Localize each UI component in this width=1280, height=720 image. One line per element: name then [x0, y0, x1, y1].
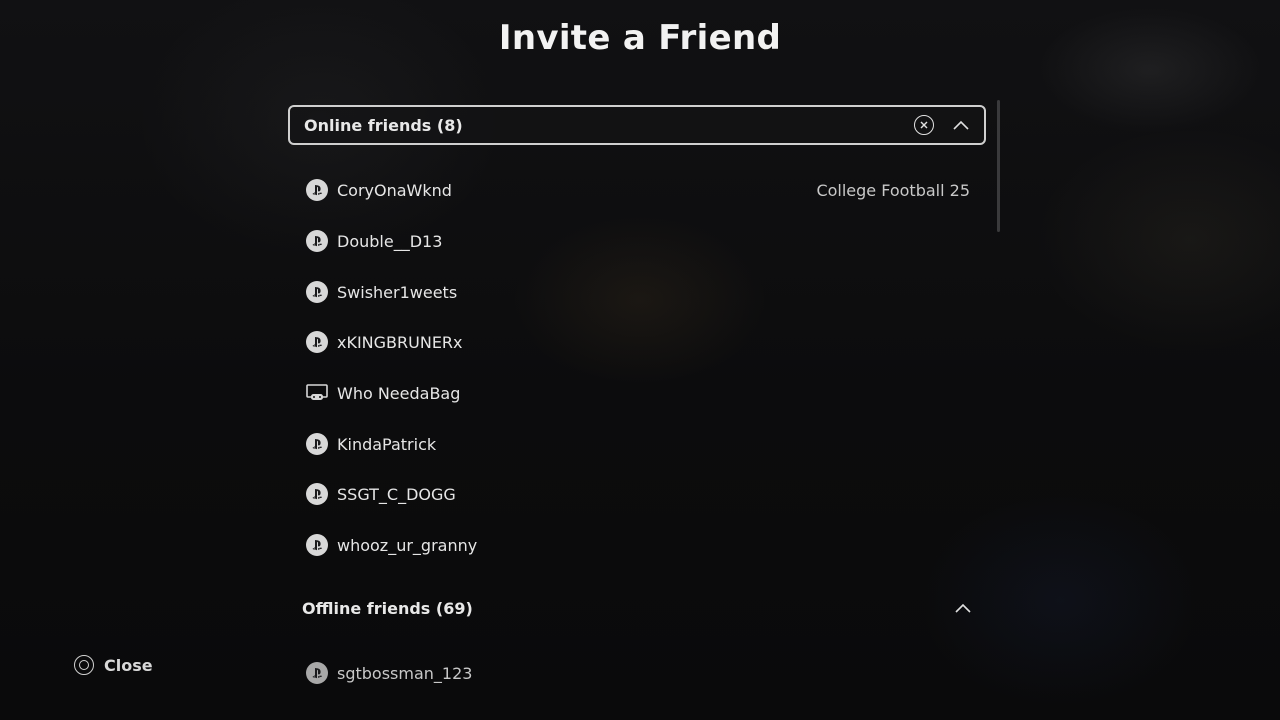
playstation-icon — [306, 433, 328, 455]
close-button[interactable]: Close — [74, 655, 153, 675]
friend-row[interactable]: Who NeedaBag — [306, 377, 970, 409]
playstation-icon — [306, 331, 328, 353]
pc-icon — [306, 382, 328, 404]
friend-row[interactable]: Swisher1weets — [306, 276, 970, 308]
friend-name: CoryOnaWknd — [337, 180, 452, 200]
chevron-up-icon[interactable] — [952, 119, 970, 131]
playstation-icon — [306, 662, 328, 684]
invite-friend-screen: Invite a Friend Online friends (8) CoryO — [0, 0, 1280, 720]
friend-row[interactable]: CoryOnaWknd College Football 25 — [306, 174, 970, 206]
clear-icon[interactable] — [914, 115, 934, 135]
offline-friends-header[interactable]: Offline friends (69) — [288, 588, 986, 628]
friend-row[interactable]: xKINGBRUNERx — [306, 326, 970, 358]
page-title: Invite a Friend — [498, 18, 782, 58]
chevron-up-icon[interactable] — [954, 602, 972, 614]
friend-name: Swisher1weets — [337, 282, 458, 302]
online-friends-header[interactable]: Online friends (8) — [288, 105, 986, 145]
friend-name: Double__D13 — [337, 231, 443, 251]
friend-name: sgtbossman_123 — [337, 663, 473, 683]
offline-friends-label: Offline friends (69) — [302, 598, 473, 618]
friend-name: whooz_ur_granny — [337, 535, 478, 555]
friend-name: Who NeedaBag — [337, 383, 461, 403]
close-label: Close — [104, 655, 153, 675]
friend-row[interactable]: Double__D13 — [306, 225, 970, 257]
online-friends-label: Online friends (8) — [304, 115, 463, 135]
friend-row[interactable]: whooz_ur_granny — [306, 529, 970, 561]
friend-name: SSGT_C_DOGG — [337, 484, 456, 504]
friend-row[interactable]: sgtbossman_123 — [306, 657, 970, 689]
friend-row[interactable]: SSGT_C_DOGG — [306, 478, 970, 510]
scrollbar[interactable] — [997, 100, 1000, 232]
circle-button-icon — [74, 655, 94, 675]
friend-name: KindaPatrick — [337, 434, 437, 454]
friend-name: xKINGBRUNERx — [337, 332, 463, 352]
playstation-icon — [306, 483, 328, 505]
playstation-icon — [306, 534, 328, 556]
playstation-icon — [306, 179, 328, 201]
playstation-icon — [306, 230, 328, 252]
playstation-icon — [306, 281, 328, 303]
friend-row[interactable]: KindaPatrick — [306, 428, 970, 460]
friend-activity: College Football 25 — [816, 180, 970, 200]
